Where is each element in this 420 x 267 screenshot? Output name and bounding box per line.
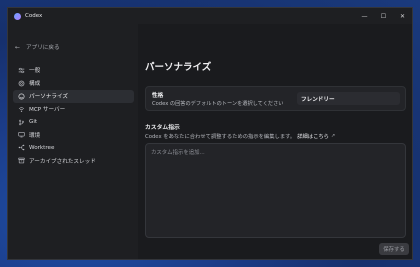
settings-nav: 一般 構成 パーソナライズ MCP サーバー Git 環境 Worktree ア…	[13, 64, 134, 167]
back-to-app-link[interactable]: ← アプリに戻る	[15, 43, 60, 52]
mcp-icon	[17, 105, 25, 113]
personality-select-value: フレンドリー	[301, 96, 335, 103]
settings-sidebar: ← アプリに戻る 一般 構成 パーソナライズ MCP サーバー Git 環境 W…	[8, 24, 136, 259]
arrow-left-icon: ←	[15, 43, 21, 51]
sidebar-item-config[interactable]: 構成	[13, 77, 134, 90]
sidebar-item-label: 環境	[29, 132, 41, 139]
sidebar-item-label: Worktree	[29, 144, 55, 151]
archive-icon	[17, 157, 25, 165]
sidebar-item-label: Git	[29, 119, 38, 125]
window-controls: — ☐ ✕	[355, 8, 412, 24]
sidebar-item-label: MCP サーバー	[29, 107, 66, 114]
close-button[interactable]: ✕	[393, 8, 412, 24]
personalize-icon	[17, 92, 25, 100]
sliders-icon	[17, 66, 25, 74]
back-label: アプリに戻る	[26, 45, 60, 51]
sidebar-item-environment[interactable]: 環境	[13, 128, 134, 141]
sidebar-item-worktree[interactable]: Worktree	[13, 141, 134, 154]
codex-logo-icon	[14, 12, 21, 20]
personality-label: 性格	[152, 93, 164, 99]
maximize-button[interactable]: ☐	[374, 8, 393, 24]
window-title: Codex	[25, 13, 43, 19]
app-window: Codex — ☐ ✕ ← アプリに戻る 一般 構成 パーソナライズ MCP サ…	[7, 7, 413, 260]
page-title: パーソナライズ	[145, 62, 212, 73]
worktree-icon	[17, 144, 25, 152]
minimize-button[interactable]: —	[355, 8, 374, 24]
custom-instructions-input[interactable]: カスタム指示を追加...	[145, 143, 406, 238]
settings-main-panel: パーソナライズ 性格 Codex の回答のデフォルトのトーンを選択してください …	[138, 24, 412, 259]
personality-card: 性格 Codex の回答のデフォルトのトーンを選択してください フレンドリー	[145, 86, 406, 111]
personality-description: Codex の回答のデフォルトのトーンを選択してください	[152, 101, 284, 107]
external-link-icon: ↗	[330, 133, 336, 139]
sidebar-item-general[interactable]: 一般	[13, 64, 134, 77]
sidebar-item-label: 構成	[29, 81, 41, 88]
sidebar-item-mcp[interactable]: MCP サーバー	[13, 103, 134, 116]
save-button[interactable]: 保存する	[379, 243, 409, 255]
personality-select[interactable]: フレンドリー	[297, 92, 400, 105]
git-icon	[17, 118, 25, 126]
sidebar-item-label: パーソナライズ	[29, 94, 68, 101]
sidebar-item-git[interactable]: Git	[13, 116, 134, 129]
gear-icon	[17, 79, 25, 87]
custom-instructions-description: Codex をあなたに合わせて調整するための指示を編集します。 詳細はこちら ↗	[145, 132, 335, 140]
custom-instructions-title: カスタム指示	[145, 125, 180, 131]
custom-instructions-text: Codex をあなたに合わせて調整するための指示を編集します。	[145, 134, 296, 140]
sidebar-item-label: 一般	[29, 68, 41, 75]
title-bar: Codex — ☐ ✕	[8, 8, 412, 24]
monitor-icon	[17, 131, 25, 139]
sidebar-item-personalize[interactable]: パーソナライズ	[13, 89, 134, 103]
sidebar-item-label: アーカイブされたスレッド	[29, 158, 96, 165]
learn-more-link[interactable]: 詳細はこちら	[297, 132, 329, 140]
sidebar-item-archived[interactable]: アーカイブされたスレッド	[13, 154, 134, 167]
